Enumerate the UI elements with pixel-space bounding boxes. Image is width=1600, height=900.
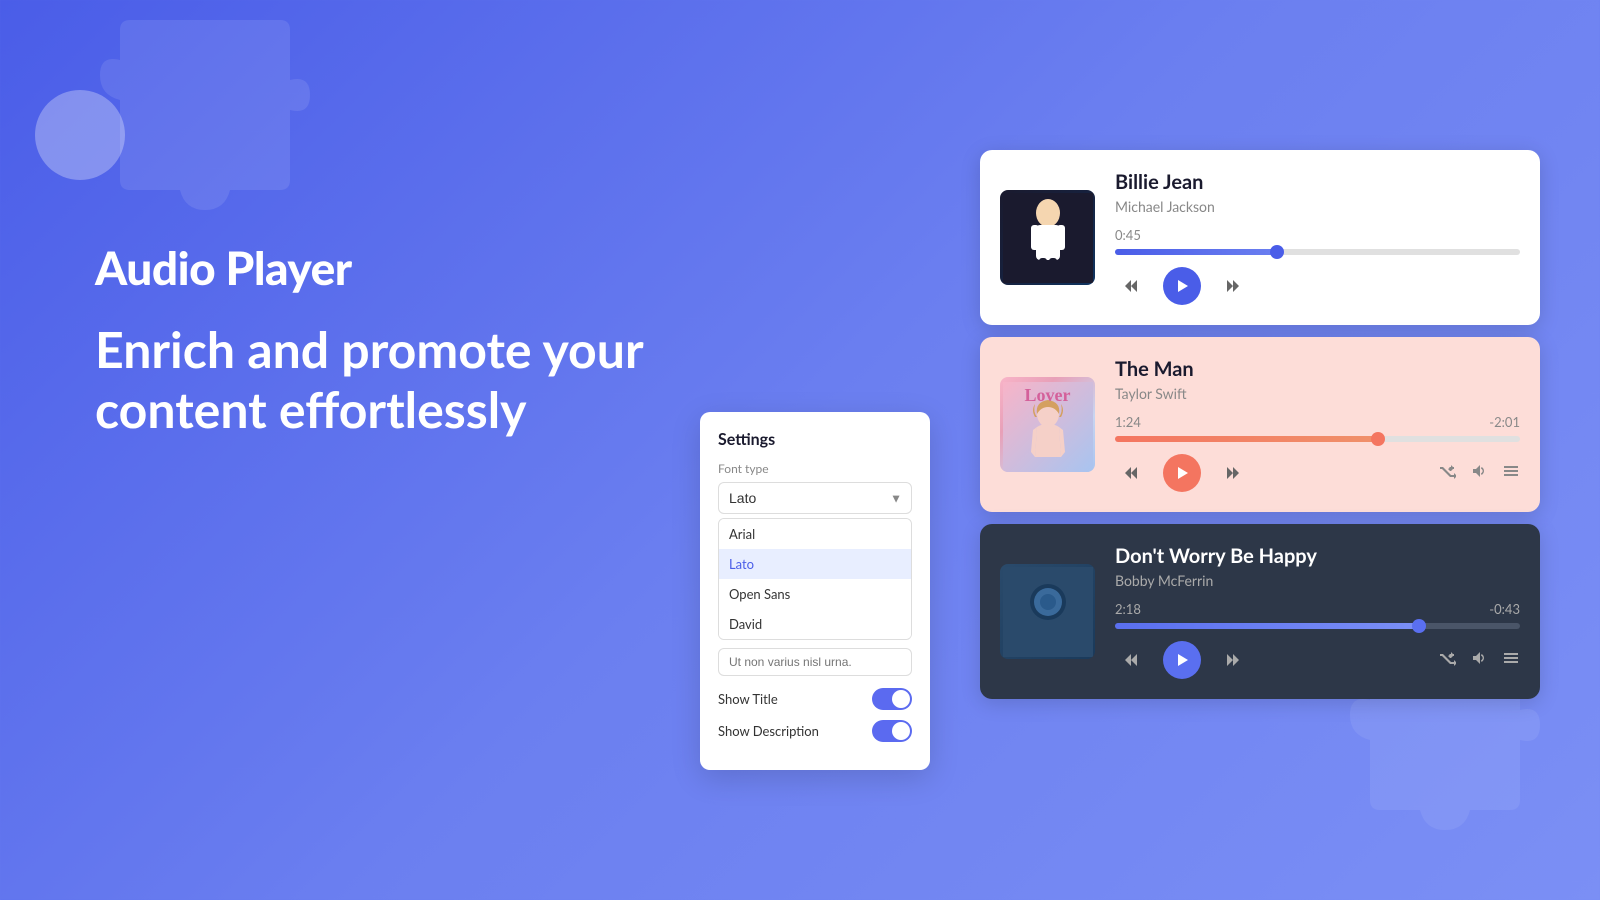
show-title-toggle[interactable] xyxy=(872,688,912,710)
shuffle-button-3[interactable] xyxy=(1438,649,1456,672)
controls-3 xyxy=(1115,641,1520,679)
rewind-button-3[interactable] xyxy=(1115,644,1147,676)
show-title-label: Show Title xyxy=(718,691,778,707)
player-info-3: Don't Worry Be Happy Bobby McFerrin 2:18… xyxy=(1115,544,1520,679)
show-title-toggle-thumb xyxy=(892,690,910,708)
album-art-text-2: Lover xyxy=(1025,385,1071,406)
font-option-lato[interactable]: Lato xyxy=(719,549,911,579)
player-card-1: Billie Jean Michael Jackson 0:45 xyxy=(980,150,1540,325)
show-description-row: Show Description xyxy=(718,720,912,742)
time-row-3: 2:18 -0:43 xyxy=(1115,601,1520,617)
track-title-2: The Man xyxy=(1115,357,1520,381)
progress-fill-1 xyxy=(1115,249,1277,255)
hero-subtitle: Enrich and promote your content effortle… xyxy=(95,319,645,439)
extra-controls-3 xyxy=(1438,649,1520,672)
forward-button-3[interactable] xyxy=(1217,644,1249,676)
progress-dot-1 xyxy=(1270,245,1284,259)
player-card-3: Don't Worry Be Happy Bobby McFerrin 2:18… xyxy=(980,524,1540,699)
font-preview-input[interactable] xyxy=(718,648,912,676)
players-container: Billie Jean Michael Jackson 0:45 xyxy=(980,150,1540,711)
show-title-row: Show Title xyxy=(718,688,912,710)
track-artist-1: Michael Jackson xyxy=(1115,198,1520,215)
progress-fill-2 xyxy=(1115,436,1378,442)
time-row-1: 0:45 xyxy=(1115,227,1520,243)
shuffle-button-2[interactable] xyxy=(1438,462,1456,485)
menu-button-3[interactable] xyxy=(1502,649,1520,672)
show-description-toggle[interactable] xyxy=(872,720,912,742)
progress-bar-1[interactable] xyxy=(1115,249,1520,255)
hero-title: Audio Player xyxy=(95,240,645,295)
font-option-david[interactable]: David xyxy=(719,609,911,639)
current-time-2: 1:24 xyxy=(1115,414,1141,430)
current-time-3: 2:18 xyxy=(1115,601,1141,617)
player-card-2: Lover xyxy=(980,337,1540,512)
total-time-3: -0:43 xyxy=(1489,601,1520,617)
rewind-button-2[interactable] xyxy=(1115,457,1147,489)
time-row-2: 1:24 -2:01 xyxy=(1115,414,1520,430)
track-title-3: Don't Worry Be Happy xyxy=(1115,544,1520,568)
album-art-1 xyxy=(1000,190,1095,285)
font-type-label: Font type xyxy=(718,461,912,476)
forward-button-2[interactable] xyxy=(1217,457,1249,489)
menu-button-2[interactable] xyxy=(1502,462,1520,485)
show-description-label: Show Description xyxy=(718,723,819,739)
play-button-2[interactable] xyxy=(1163,454,1201,492)
hero-content: Audio Player Enrich and promote your con… xyxy=(95,240,645,439)
current-time-1: 0:45 xyxy=(1115,227,1141,243)
progress-dot-3 xyxy=(1412,619,1426,633)
circle-decoration xyxy=(35,90,125,180)
volume-button-3[interactable] xyxy=(1470,649,1488,672)
forward-button-1[interactable] xyxy=(1217,270,1249,302)
progress-bar-3[interactable] xyxy=(1115,623,1520,629)
font-select-wrapper: Lato ▼ xyxy=(718,482,912,514)
font-option-arial[interactable]: Arial xyxy=(719,519,911,549)
progress-fill-3 xyxy=(1115,623,1419,629)
font-option-opensans[interactable]: Open Sans xyxy=(719,579,911,609)
progress-dot-2 xyxy=(1371,432,1385,446)
total-time-2: -2:01 xyxy=(1489,414,1520,430)
controls-1 xyxy=(1115,267,1520,305)
play-button-1[interactable] xyxy=(1163,267,1201,305)
extra-controls-2 xyxy=(1438,462,1520,485)
volume-button-2[interactable] xyxy=(1470,462,1488,485)
font-dropdown: Arial Lato Open Sans David xyxy=(718,518,912,640)
controls-2 xyxy=(1115,454,1520,492)
settings-panel: Settings Font type Lato ▼ Arial Lato Ope… xyxy=(700,412,930,770)
rewind-button-1[interactable] xyxy=(1115,270,1147,302)
album-art-3 xyxy=(1000,564,1095,659)
font-select[interactable]: Lato xyxy=(718,482,912,514)
settings-title: Settings xyxy=(718,430,912,449)
progress-bar-2[interactable] xyxy=(1115,436,1520,442)
play-button-3[interactable] xyxy=(1163,641,1201,679)
track-artist-3: Bobby McFerrin xyxy=(1115,572,1520,589)
show-description-toggle-thumb xyxy=(892,722,910,740)
track-title-1: Billie Jean xyxy=(1115,170,1520,194)
track-artist-2: Taylor Swift xyxy=(1115,385,1520,402)
player-info-2: The Man Taylor Swift 1:24 -2:01 xyxy=(1115,357,1520,492)
album-art-2: Lover xyxy=(1000,377,1095,472)
player-info-1: Billie Jean Michael Jackson 0:45 xyxy=(1115,170,1520,305)
